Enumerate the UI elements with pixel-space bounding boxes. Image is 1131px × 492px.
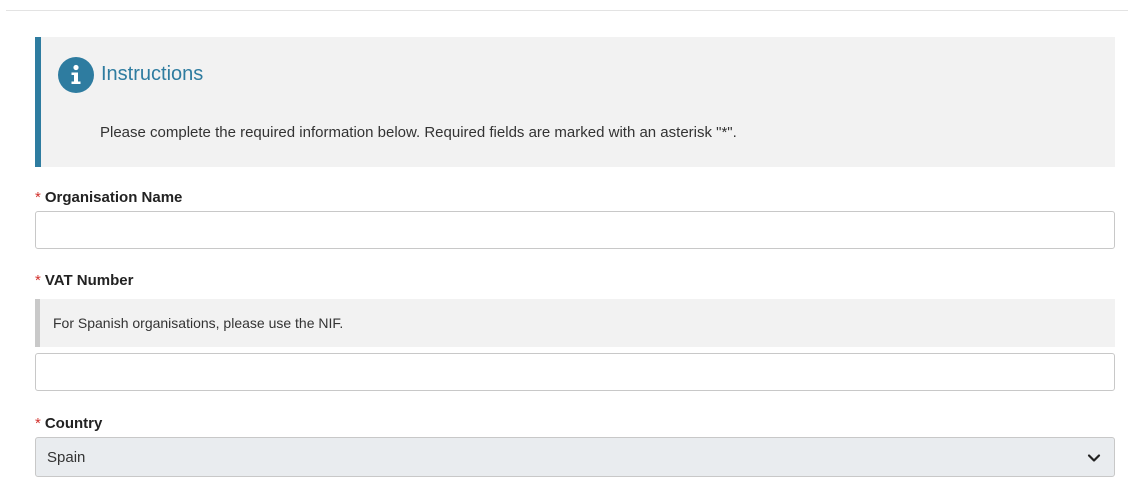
organisation-form: Instructions Please complete the require… [0,0,1131,492]
vat-number-label: * VAT Number [35,271,133,291]
country-select-value: Spain [47,449,86,466]
required-marker: * [35,189,41,206]
organisation-name-label-text: Organisation Name [44,189,183,206]
country-label: * Country [35,414,102,434]
vat-number-help-text: For Spanish organisations, please use th… [53,315,344,331]
instructions-title: Instructions [101,63,204,85]
organisation-name-input[interactable] [35,211,1115,249]
chevron-down-icon[interactable] [1086,450,1102,466]
country-select[interactable]: Spain [35,437,1115,477]
required-marker: * [35,272,41,289]
instructions-panel: Instructions Please complete the require… [35,37,1115,167]
vat-number-help: For Spanish organisations, please use th… [35,299,1115,347]
vat-number-input[interactable] [35,353,1115,391]
country-label-text: Country [44,415,103,432]
info-icon [58,57,94,93]
organisation-name-label: * Organisation Name [35,188,182,208]
required-marker: * [35,415,41,432]
top-divider [6,10,1128,11]
instructions-text: Please complete the required information… [100,124,737,141]
vat-number-label-text: VAT Number [44,272,134,289]
